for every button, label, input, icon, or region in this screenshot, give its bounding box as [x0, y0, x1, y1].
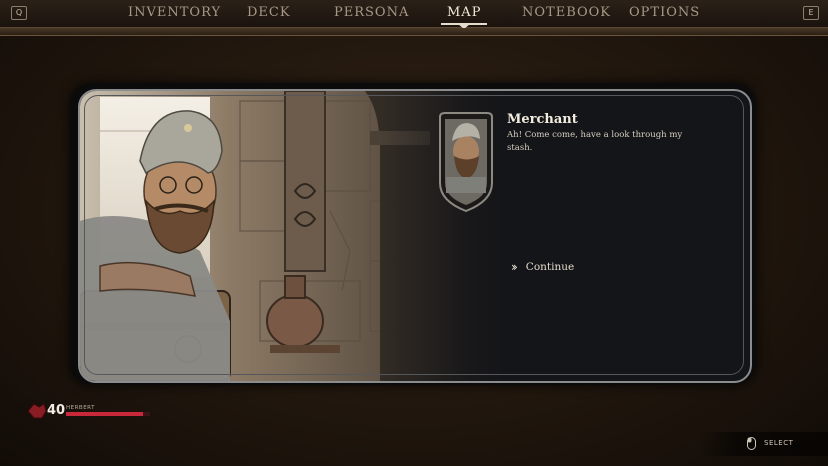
- player-name: HERBERT: [66, 405, 95, 411]
- health-bar-fill: [66, 412, 144, 416]
- prev-tab-key-hint: Q: [11, 6, 27, 20]
- continue-label: Continue: [525, 261, 575, 273]
- tab-notebook[interactable]: NOTEBOOK: [522, 5, 610, 23]
- tab-persona[interactable]: PERSONA: [334, 5, 408, 23]
- continue-option[interactable]: › › Continue: [511, 258, 574, 276]
- tab-deck[interactable]: DECK: [247, 5, 290, 23]
- top-bar-trim: [0, 28, 828, 36]
- tab-options[interactable]: OPTIONS: [629, 5, 699, 23]
- speaker-name: Merchant: [507, 112, 578, 127]
- top-nav-bar: Q INVENTORY DECK PERSONA MAP NOTEBOOK OP…: [0, 0, 828, 29]
- double-chevron-right-icon: › ›: [511, 260, 518, 274]
- mouse-icon: [747, 437, 756, 450]
- select-hint-label: SELECT: [764, 439, 794, 447]
- tab-inventory[interactable]: INVENTORY: [128, 5, 220, 23]
- player-status: [27, 403, 47, 419]
- tab-map[interactable]: MAP: [447, 5, 481, 23]
- dialogue-line: Ah! Come come, have a look through my st…: [507, 130, 683, 153]
- merchant-portrait: [439, 112, 493, 213]
- next-tab-key-hint: E: [803, 6, 819, 20]
- health-value: 40: [47, 403, 66, 418]
